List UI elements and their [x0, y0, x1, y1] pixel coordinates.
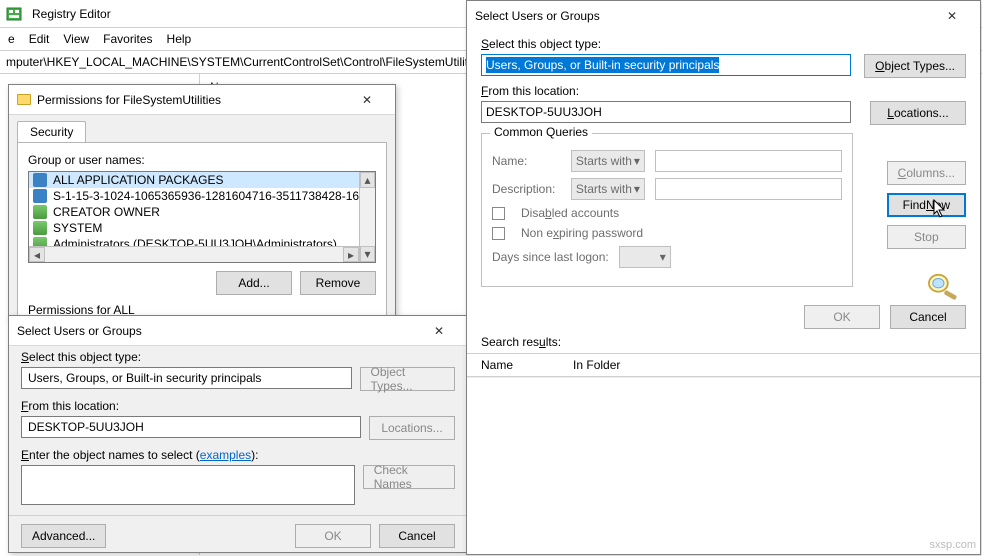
- advanced-button[interactable]: Advanced...: [21, 524, 106, 548]
- name-label: Name:: [492, 154, 561, 168]
- permissions-titlebar[interactable]: Permissions for FileSystemUtilities ✕: [9, 85, 395, 115]
- columns-button[interactable]: Columns...: [887, 161, 966, 185]
- cancel-button[interactable]: Cancel: [379, 524, 455, 548]
- add-button[interactable]: Add...: [216, 271, 292, 295]
- ok-button[interactable]: OK: [295, 524, 371, 548]
- chevron-down-icon: ▾: [634, 182, 640, 196]
- permissions-dialog: Permissions for FileSystemUtilities ✕ Se…: [8, 84, 396, 319]
- principal-row[interactable]: CREATOR OWNER: [29, 204, 375, 220]
- close-icon[interactable]: ✕: [419, 318, 459, 344]
- search-results-label: Search results:: [467, 335, 980, 353]
- days-since-logon-label: Days since last logon:: [492, 250, 609, 264]
- days-combo[interactable]: ▾: [619, 246, 671, 268]
- select-large-titlebar[interactable]: Select Users or Groups ✕: [467, 1, 980, 31]
- stop-button[interactable]: Stop: [887, 225, 966, 249]
- select-small-titlebar[interactable]: Select Users or Groups ✕: [9, 316, 467, 346]
- non-expiring-label: Non expiring password: [521, 226, 643, 240]
- group-icon: [33, 221, 47, 235]
- select-users-dialog-small: Select Users or Groups ✕ SSelect this ob…: [8, 315, 468, 553]
- menu-help[interactable]: Help: [167, 32, 192, 46]
- description-input[interactable]: [655, 178, 842, 200]
- folder-icon: [17, 94, 31, 105]
- principal-label: CREATOR OWNER: [53, 205, 160, 219]
- permissions-title: Permissions for FileSystemUtilities: [37, 93, 347, 107]
- mouse-cursor-icon: [933, 199, 947, 219]
- location-label: From this location:: [481, 84, 966, 98]
- results-list[interactable]: [467, 377, 980, 507]
- principal-label: ALL APPLICATION PACKAGES: [53, 173, 224, 187]
- location-field[interactable]: DESKTOP-5UU3JOH: [21, 416, 361, 438]
- package-icon: [33, 173, 47, 187]
- object-types-button[interactable]: Object Types...: [864, 54, 966, 78]
- principal-row[interactable]: S-1-15-3-1024-1065365936-1281604716-3511…: [29, 188, 375, 204]
- remove-button[interactable]: Remove: [300, 271, 376, 295]
- menu-view[interactable]: View: [63, 32, 89, 46]
- select-users-dialog-large: Select Users or Groups ✕ Select this obj…: [466, 0, 981, 555]
- search-icon: [922, 269, 966, 303]
- menu-favorites[interactable]: Favorites: [103, 32, 152, 46]
- description-label: Description:: [492, 182, 561, 196]
- locations-button[interactable]: Locations...: [870, 101, 966, 125]
- watermark: sxsp.com: [930, 539, 976, 551]
- close-icon[interactable]: ✕: [932, 3, 972, 29]
- cancel-button[interactable]: Cancel: [890, 305, 966, 329]
- disabled-accounts-label: Disabled accounts: [521, 206, 619, 220]
- chevron-down-icon: ▾: [660, 250, 666, 264]
- object-types-button[interactable]: Object Types...: [360, 367, 455, 391]
- principal-row[interactable]: SYSTEM: [29, 220, 375, 236]
- object-names-input[interactable]: [21, 465, 355, 505]
- object-type-field[interactable]: Users, Groups, or Built-in security prin…: [481, 54, 851, 76]
- menu-edit[interactable]: Edit: [29, 32, 50, 46]
- regedit-icon: [6, 6, 22, 22]
- results-col-name[interactable]: Name: [481, 358, 513, 372]
- group-icon: [33, 205, 47, 219]
- chevron-down-icon: ▾: [634, 154, 640, 168]
- group-names-listbox[interactable]: ALL APPLICATION PACKAGES S-1-15-3-1024-1…: [28, 171, 376, 263]
- principal-label: SYSTEM: [53, 221, 102, 235]
- description-match-combo[interactable]: Starts with▾: [571, 178, 645, 200]
- common-queries-group: Common Queries Name: Starts with▾ Descri…: [481, 133, 853, 287]
- sid-icon: [33, 189, 47, 203]
- object-type-value: Users, Groups, or Built-in security prin…: [486, 57, 719, 73]
- disabled-accounts-checkbox[interactable]: [492, 207, 505, 220]
- location-field[interactable]: DESKTOP-5UU3JOH: [481, 101, 851, 123]
- scroll-right-icon[interactable]: ▸: [343, 247, 359, 262]
- non-expiring-checkbox[interactable]: [492, 227, 505, 240]
- group-names-label: Group or user names:: [28, 153, 145, 167]
- locations-button[interactable]: Locations...: [369, 416, 455, 440]
- scroll-down-icon[interactable]: ▾: [360, 246, 375, 262]
- common-queries-legend: Common Queries: [490, 125, 592, 139]
- scroll-up-icon[interactable]: ▴: [360, 172, 375, 188]
- tab-security[interactable]: Security: [17, 121, 86, 142]
- examples-link[interactable]: examples: [200, 448, 251, 462]
- select-large-title: Select Users or Groups: [475, 9, 932, 23]
- object-names-label: Enter the object names to select (exampl…: [21, 448, 455, 462]
- menu-file[interactable]: e: [8, 32, 15, 46]
- results-col-folder[interactable]: In Folder: [573, 358, 620, 372]
- horizontal-scrollbar[interactable]: ◂▸: [29, 246, 359, 262]
- find-now-button[interactable]: Find Now: [887, 193, 966, 217]
- close-icon[interactable]: ✕: [347, 87, 387, 113]
- location-label: From this location:: [21, 399, 455, 413]
- scroll-left-icon[interactable]: ◂: [29, 247, 45, 262]
- object-type-label: SSelect this object type:elect this obje…: [21, 350, 455, 364]
- select-small-title: Select Users or Groups: [17, 324, 419, 338]
- principal-row[interactable]: ALL APPLICATION PACKAGES: [29, 172, 375, 188]
- object-type-field[interactable]: Users, Groups, or Built-in security prin…: [21, 367, 352, 389]
- principal-label: S-1-15-3-1024-1065365936-1281604716-3511…: [53, 189, 366, 203]
- object-type-label: Select this object type:: [481, 37, 966, 51]
- vertical-scrollbar[interactable]: ▴▾: [359, 172, 375, 262]
- name-match-combo[interactable]: Starts with▾: [571, 150, 645, 172]
- check-names-button[interactable]: Check Names: [363, 465, 455, 489]
- name-input[interactable]: [655, 150, 842, 172]
- regedit-path: mputer\HKEY_LOCAL_MACHINE\SYSTEM\Current…: [6, 55, 483, 69]
- results-header[interactable]: Name In Folder: [467, 353, 980, 377]
- ok-button[interactable]: OK: [804, 305, 880, 329]
